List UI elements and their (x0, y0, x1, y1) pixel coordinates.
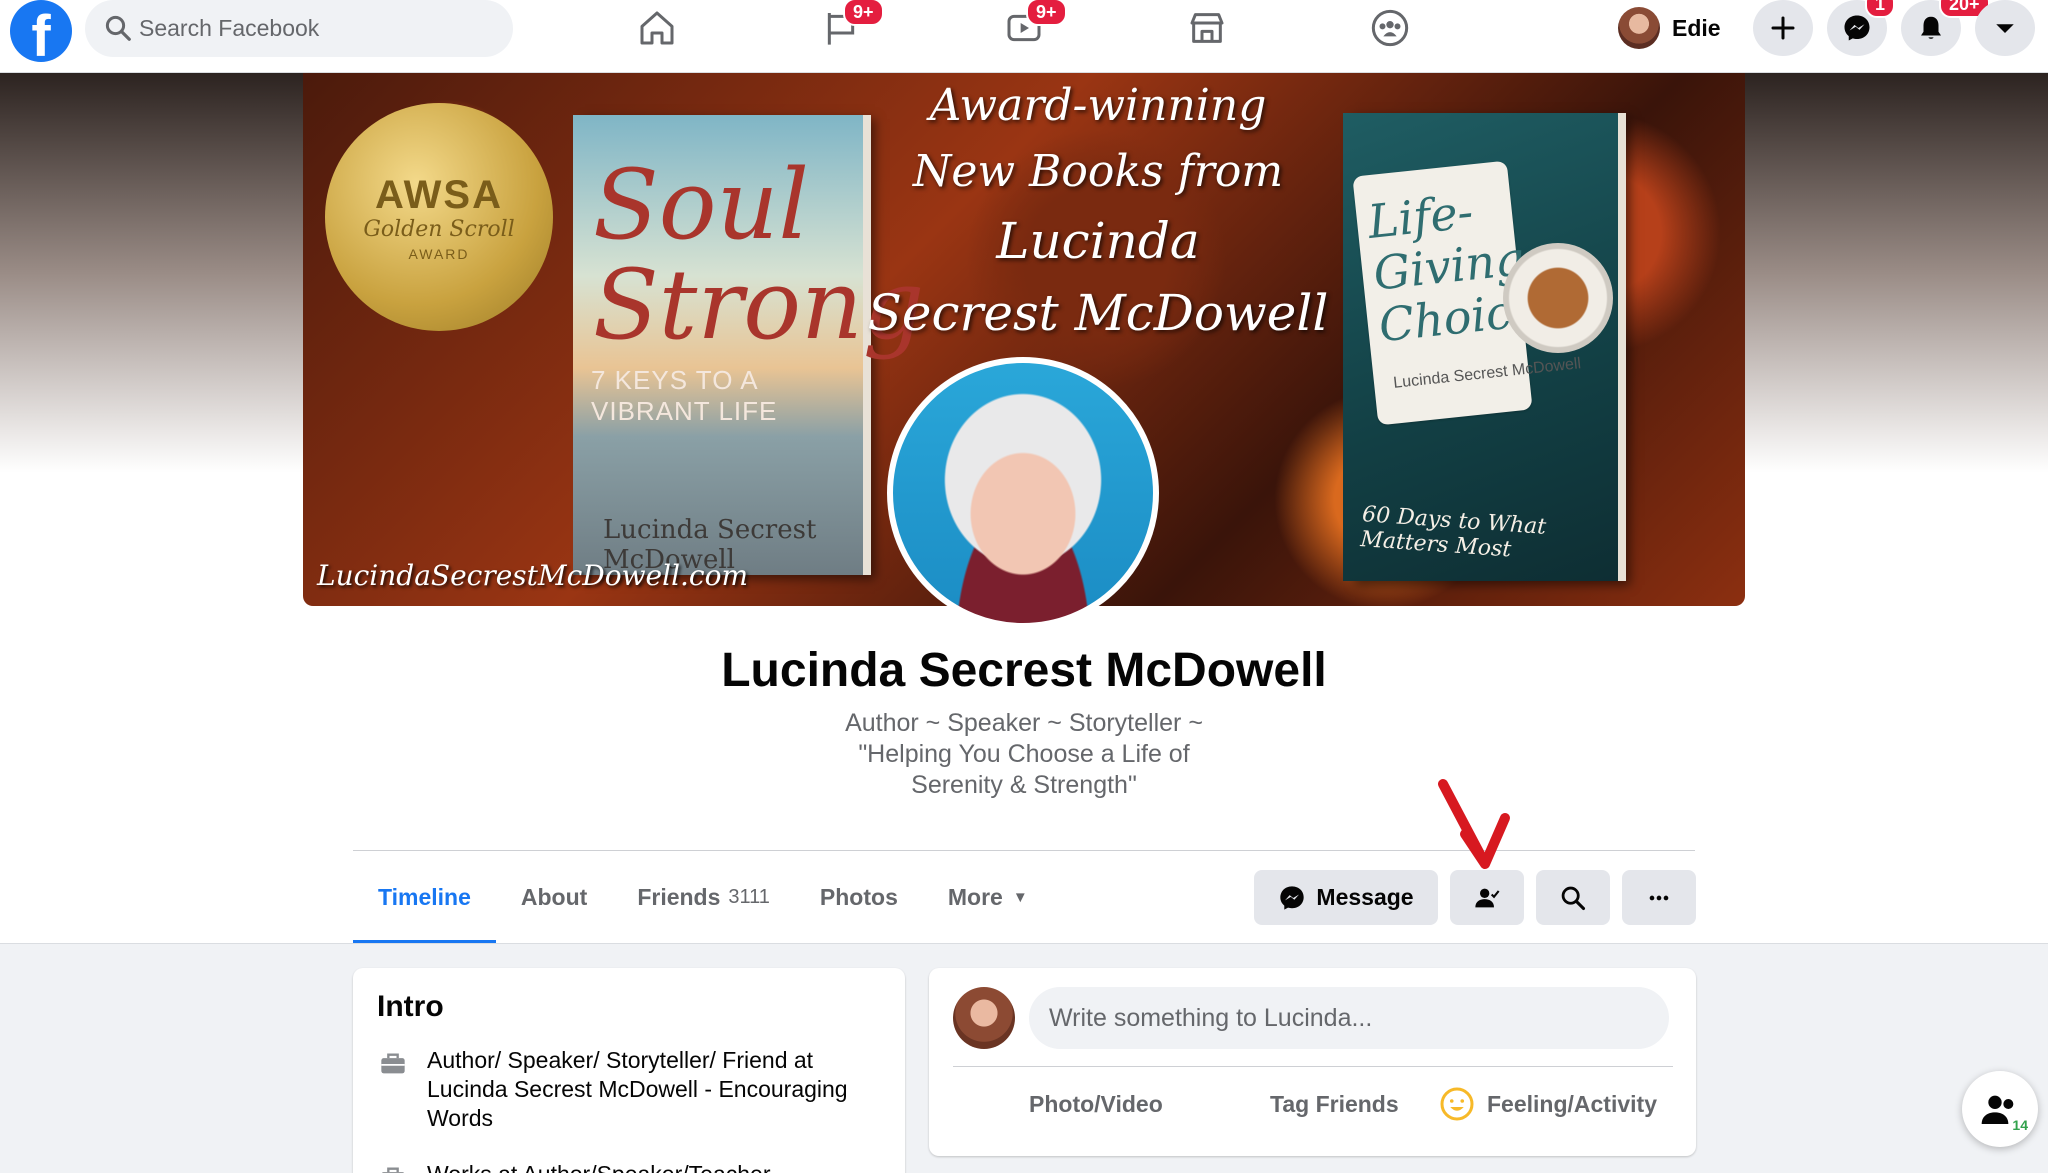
messenger-icon (1280, 885, 1305, 910)
messenger-button[interactable]: 1 (1827, 0, 1896, 56)
intro-card: Intro Author/ Speaker/ Storyteller/ Frie… (353, 968, 905, 1173)
message-button[interactable]: Message (1254, 870, 1438, 925)
briefcase-icon (381, 1167, 405, 1173)
nav-groups[interactable] (1362, 4, 1418, 52)
friends-count: 3111 (728, 886, 770, 908)
friends-status-button[interactable] (1450, 870, 1524, 925)
caret-down-icon: ▼ (1012, 889, 1028, 906)
notifications-button[interactable]: 20+ (1901, 0, 1990, 56)
top-navigation-bar: f 9+ 9+ Edie 1 20+ (0, 0, 2048, 73)
tab-friends[interactable]: Friends 3111 (612, 851, 795, 944)
intro-item-text: Author/ Speaker/ Storyteller/ Friend at … (427, 1047, 848, 1131)
tag-friends-button[interactable]: Tag Friends (1270, 1074, 1399, 1134)
composer-avatar (953, 987, 1015, 1049)
home-icon (640, 11, 674, 45)
tab-label: Timeline (378, 884, 471, 910)
account-menu-button[interactable] (1975, 0, 2035, 56)
tab-photos[interactable]: Photos (795, 851, 923, 944)
headline-line-4: Secrest McDowell (867, 284, 1329, 342)
annotation-arrow-icon (1438, 779, 1510, 869)
more-options-button[interactable] (1622, 870, 1696, 925)
photo-video-label: Photo/Video (1029, 1090, 1163, 1117)
book-life-giving-choices: Life-Giving Choices Lucinda Secrest McDo… (1343, 113, 1618, 581)
marketplace-store-icon (1190, 13, 1224, 43)
headline-line-2: New Books from (912, 146, 1284, 197)
intro-title: Intro (377, 990, 444, 1023)
seal-subtitle: Golden Scroll (363, 216, 515, 242)
seal-title: AWSA (375, 172, 503, 217)
contacts-floating-button[interactable]: 14 (1962, 1071, 2038, 1147)
friend-check-icon (1475, 888, 1500, 907)
search-icon (105, 15, 131, 41)
composer-divider (953, 1066, 1673, 1067)
post-composer: Photo/Video Tag Friends Feeling/Activity (929, 968, 1696, 1156)
pages-badge: 9+ (843, 0, 884, 26)
nav-watch[interactable]: 9+ (996, 0, 1067, 52)
tab-label: Photos (819, 884, 898, 910)
headline-line-3: Lucinda (996, 212, 1200, 270)
tab-timeline[interactable]: Timeline (353, 851, 496, 944)
nav-home[interactable] (629, 4, 685, 52)
book1-subtitle: 7 KEYS TO A VIBRANT LIFE (591, 365, 778, 426)
nav-pages[interactable]: 9+ (813, 0, 884, 52)
search-input[interactable] (139, 8, 489, 48)
intro-item: Author/ Speaker/ Storyteller/ Friend at … (377, 1046, 887, 1133)
tag-friends-label: Tag Friends (1270, 1090, 1399, 1117)
profile-picture[interactable] (887, 357, 1159, 629)
profile-name: Lucinda Secrest McDowell (721, 644, 1327, 697)
book-soul-strong: Soul Strong 7 KEYS TO A VIBRANT LIFE Luc… (573, 115, 924, 575)
plus-icon (1771, 16, 1795, 40)
message-button-label: Message (1316, 884, 1414, 910)
create-button[interactable] (1753, 0, 1813, 56)
smiley-icon (1440, 1087, 1474, 1121)
profile-bio: Author ~ Speaker ~ Storyteller ~ "Helpin… (845, 709, 1203, 799)
profile-shortcut[interactable]: Edie (1618, 5, 1721, 51)
bell-icon (1921, 16, 1941, 39)
watch-badge: 9+ (1026, 0, 1067, 26)
online-friends-count: 14 (2012, 1117, 2028, 1133)
messenger-icon (1844, 15, 1870, 41)
intro-item: Works at Author/Speaker/Teacher (377, 1160, 887, 1173)
nav-marketplace[interactable] (1179, 4, 1235, 52)
feeling-activity-label: Feeling/Activity (1487, 1090, 1657, 1117)
book2-tagline: 60 Days to What Matters Most (1359, 502, 1547, 563)
tab-label: Friends (637, 884, 721, 910)
search-box[interactable] (85, 0, 513, 57)
header-bottom-border (0, 943, 2048, 944)
tab-more[interactable]: More ▼ (923, 851, 1053, 944)
briefcase-icon (381, 1053, 405, 1074)
profile-tabs: Timeline About Friends 3111 Photos More ▼ (353, 851, 1053, 944)
messenger-badge: 1 (1865, 0, 1896, 18)
photo-video-button[interactable]: Photo/Video (1029, 1074, 1163, 1134)
cover-headline: Award-winning New Books from Lucinda Sec… (863, 73, 1333, 349)
search-icon (1561, 886, 1586, 910)
tab-label: More (947, 884, 1003, 910)
caret-down-icon (1996, 24, 2014, 33)
user-avatar (1618, 7, 1660, 49)
seal-award: AWARD (408, 245, 470, 262)
ellipsis-icon (1649, 895, 1669, 900)
cover-website: LucindaSecrestMcDowell.com (317, 559, 749, 592)
tab-about[interactable]: About (496, 851, 612, 944)
coffee-cup (1503, 243, 1613, 353)
user-name: Edie (1672, 14, 1721, 41)
facebook-logo-icon[interactable]: f (10, 0, 72, 62)
composer-input[interactable] (1029, 987, 1669, 1049)
feeling-activity-button[interactable]: Feeling/Activity (1439, 1074, 1657, 1134)
award-seal: AWSA Golden Scroll AWARD (325, 103, 553, 331)
groups-icon (1371, 9, 1409, 47)
intro-item-text: Works at Author/Speaker/Teacher (427, 1160, 887, 1173)
headline-line-1: Award-winning (929, 80, 1267, 131)
search-profile-button[interactable] (1536, 870, 1610, 925)
tab-label: About (520, 884, 588, 910)
